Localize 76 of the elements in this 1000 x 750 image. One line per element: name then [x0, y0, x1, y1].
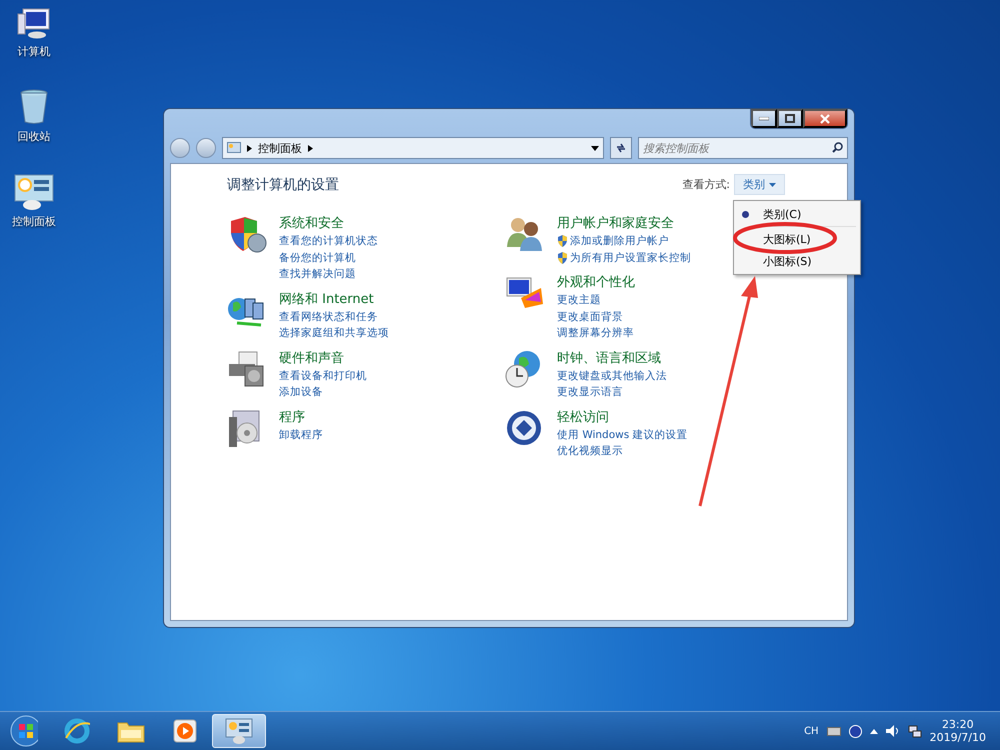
task-link[interactable]: 查看您的计算机状态	[279, 233, 378, 250]
control-panel-icon	[225, 718, 253, 744]
clock-date[interactable]: 2019/7/10	[930, 731, 986, 744]
search-icon[interactable]	[832, 142, 843, 153]
accessibility-icon	[507, 410, 541, 444]
network-icon[interactable]	[908, 724, 922, 738]
close-button[interactable]	[803, 109, 847, 128]
task-link[interactable]: 更改显示语言	[557, 384, 667, 400]
task-link[interactable]: 更改键盘或其他输入法	[557, 368, 667, 384]
task-link[interactable]: 为所有用户设置家长控制	[557, 250, 691, 266]
task-link[interactable]: 查看设备和打印机	[279, 368, 367, 384]
dropdown-arrow-icon[interactable]	[591, 146, 599, 150]
category-title-link[interactable]: 时钟、语言和区域	[557, 350, 667, 368]
task-link[interactable]: 选择家庭组和共享选项	[279, 325, 389, 342]
expand-tray-icon[interactable]	[870, 728, 878, 734]
control-panel-icon	[14, 174, 54, 210]
shield-icon	[557, 252, 568, 264]
refresh-button[interactable]	[610, 137, 632, 159]
task-link[interactable]: 查看网络状态和任务	[279, 308, 389, 325]
forward-button[interactable]	[196, 138, 216, 158]
task-link[interactable]: 添加设备	[279, 384, 367, 400]
category-title-link[interactable]: 程序	[279, 408, 323, 426]
task-link[interactable]: 卸载程序	[279, 426, 323, 443]
close-icon	[820, 114, 830, 124]
desktop-icon-label[interactable]: 控制面板	[12, 214, 56, 229]
network-globe-icon	[228, 298, 264, 326]
program-box-icon	[229, 410, 260, 446]
browser-icon	[64, 718, 90, 744]
menu-item[interactable]: 大图标(L)	[736, 228, 858, 250]
shield-icon	[231, 217, 266, 252]
clock-time[interactable]: 23:20	[942, 718, 974, 731]
maximize-icon	[785, 114, 795, 123]
control-panel-icon	[227, 142, 241, 154]
task-link[interactable]: 调整屏幕分辨率	[557, 325, 635, 342]
printer-icon	[229, 351, 264, 386]
task-link[interactable]: 查找并解决问题	[279, 266, 378, 282]
globe-clock-icon	[506, 350, 540, 387]
shield-icon	[557, 235, 568, 248]
task-link[interactable]: 更改桌面背景	[557, 308, 635, 325]
minimize-button[interactable]	[751, 109, 777, 128]
category-title-link[interactable]: 轻松访问	[557, 408, 688, 426]
keyboard-icon[interactable]	[826, 726, 841, 736]
category-title-link[interactable]: 网络和 Internet	[279, 290, 389, 308]
maximize-button[interactable]	[777, 109, 803, 128]
task-link[interactable]: 优化视频显示	[557, 443, 688, 460]
task-link[interactable]: 更改主题	[557, 292, 635, 308]
menu-item[interactable]: 类别(C)	[736, 203, 858, 225]
recycle-bin-icon	[19, 89, 49, 125]
language-indicator[interactable]: CH	[804, 726, 819, 736]
task-link[interactable]: 使用 Windows 建议的设置	[557, 426, 688, 443]
breadcrumb[interactable]: 控制面板	[258, 140, 302, 156]
task-link[interactable]: 备份您的计算机	[279, 250, 378, 266]
caret-icon	[769, 182, 776, 186]
page-heading: 调整计算机的设置	[227, 176, 339, 194]
category-title-link[interactable]: 硬件和声音	[279, 350, 367, 368]
monitor-palette-icon	[506, 278, 543, 308]
view-by-dropdown[interactable]: 类别	[734, 174, 785, 195]
address-bar[interactable]: 控制面板	[222, 137, 604, 159]
taskbar-button[interactable]	[212, 714, 266, 748]
chevron-icon	[308, 144, 313, 152]
menu-item[interactable]: 小图标(S)	[736, 250, 858, 272]
category-title-link[interactable]: 外观和个性化	[557, 274, 635, 292]
task-link[interactable]: 添加或删除用户帐户	[557, 233, 691, 250]
computer-icon	[17, 8, 51, 40]
desktop-icon-label[interactable]: 计算机	[18, 44, 50, 59]
minimize-icon	[759, 116, 769, 120]
view-by-label: 查看方式:	[682, 177, 730, 192]
play-icon	[173, 719, 197, 743]
refresh-icon	[615, 142, 627, 154]
desktop-icon-label[interactable]: 回收站	[18, 129, 50, 144]
speaker-icon[interactable]	[886, 725, 900, 737]
users-icon	[507, 218, 542, 251]
chevron-icon	[247, 144, 252, 152]
search-field[interactable]: 搜索控制面板	[638, 137, 848, 159]
category-title-link[interactable]: 用户帐户和家庭安全	[557, 215, 691, 233]
category-title-link[interactable]: 系统和安全	[279, 215, 378, 233]
